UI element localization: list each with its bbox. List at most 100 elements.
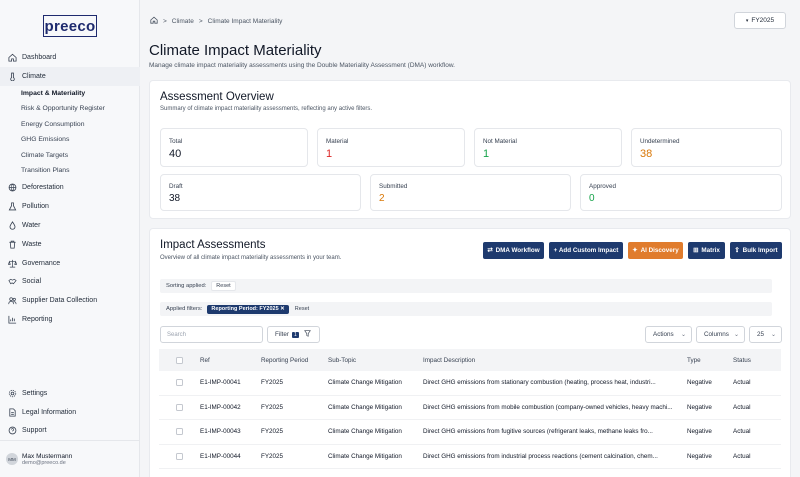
sidebar-bottom-nav: Settings Legal Information Support <box>0 384 140 440</box>
breadcrumb-separator: > <box>163 17 167 25</box>
stat-value: 1 <box>326 148 333 160</box>
stat-undetermined: Undetermined 38 <box>631 128 782 167</box>
sidebar-item-governance[interactable]: Governance <box>0 254 140 273</box>
cell-status: Actual <box>733 403 751 411</box>
table-row[interactable]: E1-IMP-00042 FY2025 Climate Change Mitig… <box>159 396 781 420</box>
cell-ref: E1-IMP-00043 <box>200 428 241 436</box>
breadcrumb-current: Climate Impact Materiality <box>207 17 283 25</box>
breadcrumb-separator: > <box>198 17 203 25</box>
actions-dropdown[interactable]: Actions ⌄ <box>645 326 692 343</box>
sidebar-sub-transition-plans[interactable]: Transition Plans <box>0 163 140 179</box>
sidebar-sub-climate-targets[interactable]: Climate Targets <box>0 148 140 164</box>
column-header-subtopic[interactable]: Sub-Topic <box>328 357 423 364</box>
sidebar-item-climate[interactable]: Climate <box>0 66 140 86</box>
column-header-period[interactable]: Reporting Period <box>261 357 328 364</box>
chevron-down-icon: ⌄ <box>733 332 739 338</box>
cell-period: FY2025 <box>261 403 284 411</box>
sidebar-item-dashboard[interactable]: Dashboard <box>0 48 140 67</box>
impact-table: Ref Reporting Period Sub-Topic Impact De… <box>159 349 781 469</box>
sidebar-item-pollution[interactable]: Pollution <box>0 197 140 216</box>
row-checkbox[interactable] <box>176 379 183 387</box>
sidebar-item-supplier-data[interactable]: Supplier Data Collection <box>0 291 140 310</box>
cell-ref: E1-IMP-00044 <box>200 452 241 460</box>
sidebar-item-settings[interactable]: Settings <box>0 384 140 403</box>
sidebar-item-water[interactable]: Water <box>0 216 140 235</box>
page-title: Climate Impact Materiality <box>149 42 322 59</box>
stat-value: 40 <box>169 148 182 160</box>
fiscal-year-select[interactable]: ▾ FY2025 <box>734 12 786 29</box>
column-header-type[interactable]: Type <box>687 357 733 364</box>
columns-dropdown[interactable]: Columns ⌄ <box>696 326 745 343</box>
row-checkbox[interactable] <box>176 428 183 436</box>
bulk-import-button[interactable]: ⇪ Bulk Import <box>730 242 782 259</box>
user-profile[interactable]: MM Max Mustermann demo@preeco.de <box>0 440 140 477</box>
filter-label: Filter <box>275 331 289 338</box>
sidebar-item-label: Water <box>22 222 41 230</box>
page-description: Manage climate impact materiality assess… <box>149 62 455 69</box>
stat-value: 1 <box>483 148 490 160</box>
cell-type: Negative <box>687 452 712 460</box>
stat-material: Material 1 <box>317 128 465 167</box>
add-custom-impact-button[interactable]: + Add Custom Impact <box>549 242 623 259</box>
workflow-icon: ⇄ <box>487 247 493 254</box>
matrix-button[interactable]: ⊞ Matrix <box>688 242 725 259</box>
filters-bar: Applied filters: Reporting Period: FY202… <box>160 302 772 316</box>
sorting-reset-button[interactable]: Reset <box>211 281 236 291</box>
filters-reset-button[interactable]: Reset <box>295 306 309 312</box>
column-header-status[interactable]: Status <box>733 357 779 364</box>
column-header-description[interactable]: Impact Description <box>423 357 687 364</box>
sidebar-sub-energy-consumption[interactable]: Energy Consumption <box>0 117 140 133</box>
sidebar-item-waste[interactable]: Waste <box>0 235 140 254</box>
breadcrumb-climate[interactable]: Climate <box>172 18 194 25</box>
sidebar-sub-impact-materiality[interactable]: Impact & Materiality <box>0 86 140 102</box>
sidebar-item-legal[interactable]: Legal Information <box>0 403 140 422</box>
select-all-checkbox[interactable] <box>176 356 183 364</box>
stat-approved: Approved 0 <box>580 174 782 211</box>
button-label: DMA Workflow <box>495 247 540 254</box>
cell-ref: E1-IMP-00041 <box>200 379 241 387</box>
file-icon <box>8 408 17 417</box>
home-icon[interactable] <box>150 16 158 26</box>
sidebar-item-reporting[interactable]: Reporting <box>0 310 140 329</box>
gear-icon <box>8 389 17 398</box>
assessment-overview-card: Assessment Overview Summary of climate i… <box>149 80 791 219</box>
chart-icon <box>8 315 17 324</box>
sidebar-item-label: Supplier Data Collection <box>22 297 98 305</box>
overview-title: Assessment Overview <box>160 91 274 103</box>
row-checkbox[interactable] <box>176 403 183 411</box>
stat-draft: Draft 38 <box>160 174 361 211</box>
sidebar: preeco Dashboard Climate Impact & Materi… <box>0 0 140 477</box>
filter-chip-reporting-period[interactable]: Reporting Period: FY2025 ✕ <box>207 304 289 314</box>
stat-submitted: Submitted 2 <box>370 174 571 211</box>
ai-discovery-button[interactable]: ✦ AI Discovery <box>628 242 683 259</box>
cell-type: Negative <box>687 403 712 411</box>
sorting-label: Sorting applied: <box>166 283 207 289</box>
cell-period: FY2025 <box>261 428 284 436</box>
button-label: + Add Custom Impact <box>553 247 619 254</box>
cell-status: Actual <box>733 379 751 387</box>
sparkle-icon: ✦ <box>632 247 638 254</box>
cell-period: FY2025 <box>261 452 284 460</box>
sidebar-item-label: Deforestation <box>22 184 64 192</box>
table-row[interactable]: E1-IMP-00043 FY2025 Climate Change Mitig… <box>159 420 781 445</box>
dma-workflow-button[interactable]: ⇄ DMA Workflow <box>483 242 544 259</box>
column-header-ref[interactable]: Ref <box>200 357 261 364</box>
sidebar-sub-risk-register[interactable]: Risk & Opportunity Register <box>0 101 140 117</box>
sidebar-sub-ghg-emissions[interactable]: GHG Emissions <box>0 132 140 148</box>
sidebar-item-deforestation[interactable]: Deforestation <box>0 179 140 198</box>
table-row[interactable]: E1-IMP-00044 FY2025 Climate Change Mitig… <box>159 445 781 469</box>
sidebar-item-support[interactable]: Support <box>0 422 140 441</box>
cell-type: Negative <box>687 428 712 436</box>
page-size-select[interactable]: 25 ⌄ <box>749 326 782 343</box>
filter-button[interactable]: Filter 1 <box>267 326 320 343</box>
sidebar-item-label: Waste <box>22 240 42 248</box>
preeco-logo[interactable]: preeco <box>43 15 97 37</box>
search-input[interactable]: Search <box>160 326 263 343</box>
home-icon <box>8 53 17 62</box>
table-row[interactable]: E1-IMP-00041 FY2025 Climate Change Mitig… <box>159 371 781 396</box>
stat-label: Total <box>169 138 183 145</box>
sidebar-item-social[interactable]: Social <box>0 273 140 292</box>
cell-subtopic: Climate Change Mitigation <box>328 403 402 411</box>
row-checkbox[interactable] <box>176 452 183 460</box>
overview-subtitle: Summary of climate impact materiality as… <box>160 106 373 112</box>
